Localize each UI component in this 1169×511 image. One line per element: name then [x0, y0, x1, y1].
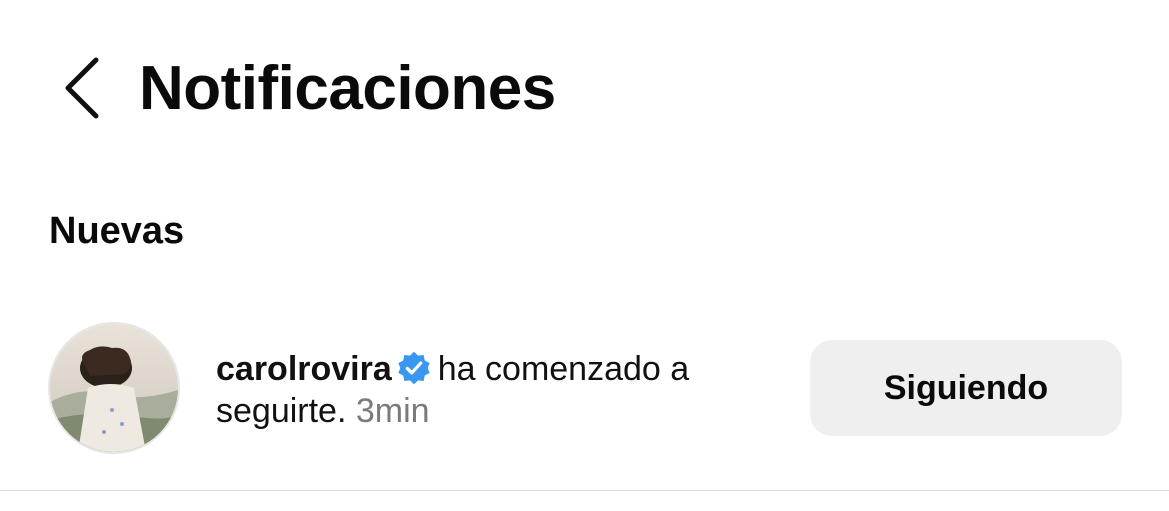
chevron-left-icon	[65, 57, 99, 119]
notifications-page: Notificaciones Nuevas carolrovira ha com…	[0, 0, 1169, 511]
notification-text: carolrovira ha comenzado a seguirte. 3mi…	[216, 348, 776, 432]
username-link[interactable]: carolrovira	[216, 350, 392, 388]
divider	[0, 490, 1169, 491]
page-title: Notificaciones	[139, 54, 556, 123]
section-title-new: Nuevas	[49, 210, 185, 252]
notification-time: 3min	[355, 392, 430, 430]
verified-badge-icon	[396, 350, 432, 386]
notification-item[interactable]: carolrovira ha comenzado a seguirte. 3mi…	[0, 318, 1169, 458]
back-button[interactable]	[52, 52, 108, 124]
header: Notificaciones	[0, 0, 1169, 180]
avatar[interactable]	[48, 322, 180, 454]
following-button[interactable]: Siguiendo	[810, 340, 1122, 436]
